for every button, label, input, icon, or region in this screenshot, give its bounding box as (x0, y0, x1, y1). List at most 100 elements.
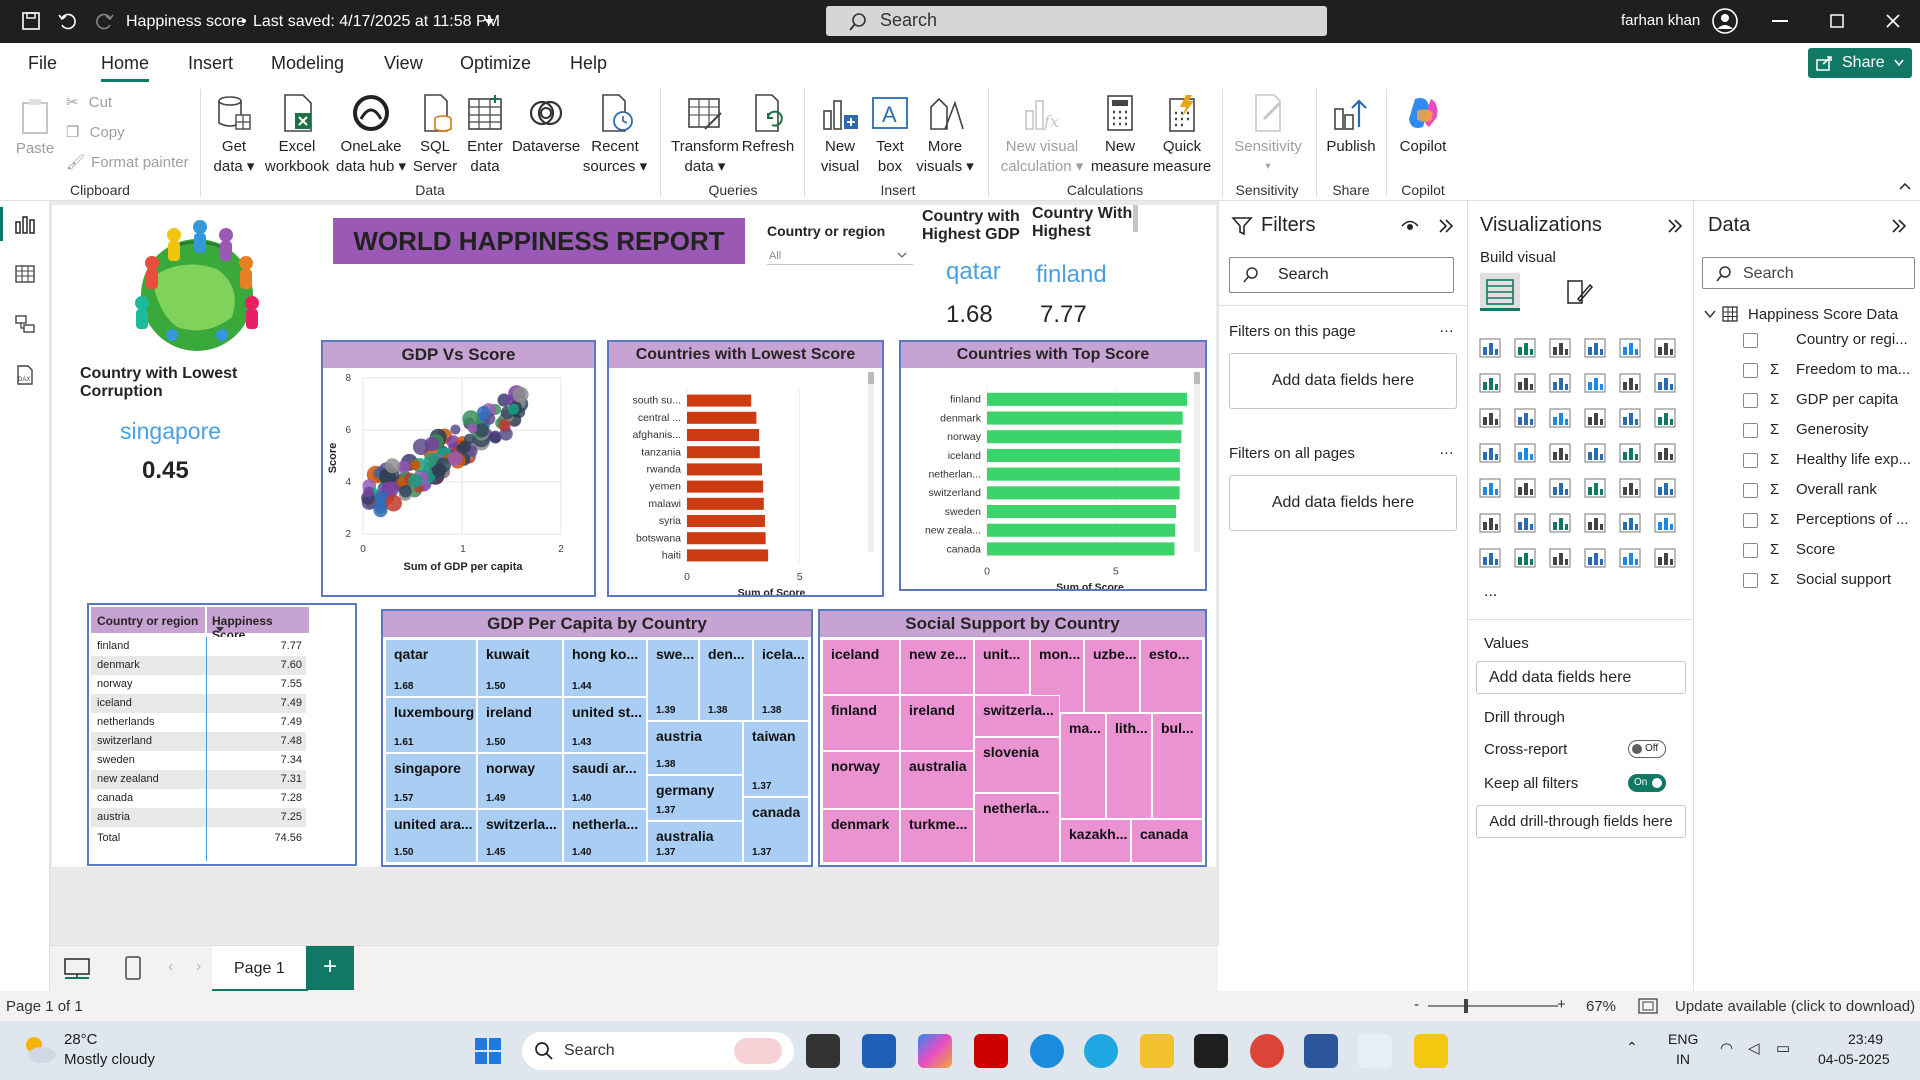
page-tab-1[interactable]: Page 1 (212, 946, 308, 992)
scrollbar[interactable] (1133, 205, 1138, 232)
bar[interactable] (987, 467, 1180, 481)
visual-type-icon[interactable] (1653, 442, 1677, 464)
zoom-out-button[interactable]: - (1414, 996, 1419, 1013)
treemap-gdp-per-capita[interactable]: GDP Per Capita by Country qatar 1.68 kuwai… (381, 609, 813, 867)
visual-type-icon[interactable] (1513, 512, 1537, 534)
zoom-slider-thumb[interactable] (1464, 999, 1468, 1013)
visual-type-icon[interactable] (1478, 407, 1502, 429)
collapse-pane-icon[interactable] (1437, 217, 1455, 235)
treemap-cell[interactable]: united st... 1.43 (563, 697, 647, 753)
bar[interactable] (987, 411, 1183, 425)
visual-type-icon[interactable] (1513, 372, 1537, 394)
weather-icon[interactable] (20, 1033, 58, 1065)
visual-type-icon[interactable] (1618, 477, 1642, 499)
treemap-cell[interactable]: switzerla... (974, 695, 1060, 737)
data-field[interactable]: GDP per capita (1796, 391, 1898, 408)
data-table-node[interactable]: Happiness Score Data (1704, 304, 1914, 326)
data-field[interactable]: Perceptions of ... (1796, 511, 1909, 528)
treemap-cell[interactable]: austria 1.38 (647, 721, 743, 775)
data-field[interactable]: Generosity (1796, 421, 1869, 438)
language-code[interactable]: ENG (1668, 1031, 1698, 1047)
terminal-icon[interactable] (1194, 1034, 1228, 1068)
treemap-cell[interactable]: uzbe... (1084, 639, 1140, 713)
report-view-icon[interactable] (14, 214, 36, 234)
scatter-point[interactable] (432, 463, 446, 478)
refresh-button[interactable]: Refresh (740, 93, 796, 157)
scatter-point[interactable] (458, 440, 471, 454)
scatter-chart-gdp-vs-score[interactable]: GDP Vs Score 0 1 2 8 6 4 2 Sum of GDP pe… (321, 340, 596, 597)
scatter-point[interactable] (385, 494, 402, 512)
maximize-icon[interactable] (1830, 14, 1844, 28)
bar[interactable] (987, 523, 1176, 537)
bar[interactable] (987, 505, 1177, 519)
visual-type-icon[interactable] (1583, 372, 1607, 394)
visual-type-icon[interactable] (1583, 442, 1607, 464)
treemap-cell[interactable]: australia 1.37 (647, 821, 743, 863)
treemap-cell[interactable]: kazakh... (1060, 819, 1131, 863)
windows-start-icon[interactable] (474, 1037, 502, 1065)
chevron-up-icon[interactable]: ⌃ (1626, 1039, 1638, 1056)
weather-text[interactable]: Mostly cloudy (64, 1051, 155, 1068)
treemap-cell[interactable]: united ara... 1.50 (385, 809, 477, 863)
scatter-point[interactable] (399, 485, 412, 498)
temperature[interactable]: 28°C (64, 1031, 98, 1048)
visual-type-icon[interactable] (1478, 512, 1502, 534)
field-checkbox[interactable] (1743, 483, 1758, 498)
treemap-cell[interactable]: canada 1.37 (743, 797, 809, 863)
menu-modeling[interactable]: Modeling (271, 53, 344, 74)
treemap-cell[interactable]: swe... 1.39 (647, 639, 699, 721)
paste-button[interactable]: Paste (10, 95, 60, 159)
table-row[interactable]: new zealand 7.31 (91, 770, 306, 789)
word-icon[interactable] (1304, 1034, 1338, 1068)
visual-type-icon[interactable] (1513, 477, 1537, 499)
treemap-cell[interactable]: kuwait 1.50 (477, 639, 563, 697)
zoom-slider[interactable] (1428, 1005, 1558, 1007)
cross-report-toggle[interactable]: Off (1628, 740, 1666, 758)
treemap-cell[interactable]: icela... 1.38 (753, 639, 809, 721)
treemap-cell[interactable]: den... 1.38 (699, 639, 753, 721)
bar[interactable] (687, 549, 769, 562)
visual-type-icon[interactable] (1618, 547, 1642, 569)
treemap-cell[interactable]: ma... (1060, 713, 1106, 819)
dataverse-button[interactable]: Dataverse (510, 93, 582, 157)
add-page-button[interactable]: + (306, 946, 354, 990)
wifi-icon[interactable]: ◠ (1720, 1039, 1733, 1057)
field-checkbox[interactable] (1743, 393, 1758, 408)
visual-type-icon[interactable] (1513, 442, 1537, 464)
filters-all-drop-zone[interactable]: Add data fields here (1229, 475, 1457, 531)
data-field[interactable]: Country or regi... (1796, 331, 1908, 348)
visual-type-icon[interactable] (1618, 512, 1642, 534)
treemap-cell[interactable]: australia (900, 751, 974, 809)
data-field[interactable]: Freedom to ma... (1796, 361, 1910, 378)
bar[interactable] (987, 542, 1175, 556)
get-data-button[interactable]: Get data ▾ (206, 93, 262, 177)
happiness-table[interactable]: Country or region Happiness Score finlan… (87, 603, 357, 866)
more-visuals-button[interactable]: More visuals ▾ (914, 93, 976, 177)
bar[interactable] (687, 514, 765, 528)
desktop-view-icon[interactable] (64, 958, 90, 980)
visual-type-icon[interactable] (1653, 372, 1677, 394)
new-visual-calculation-button[interactable]: fx New visual calculation ▾ (996, 93, 1088, 177)
visual-type-icon[interactable] (1583, 407, 1607, 429)
visual-type-icon[interactable] (1653, 407, 1677, 429)
visual-type-icon[interactable] (1583, 547, 1607, 569)
build-visual-tab[interactable] (1480, 273, 1520, 311)
file-explorer-icon[interactable] (1140, 1034, 1174, 1068)
scatter-point[interactable] (384, 458, 400, 474)
chrome-icon[interactable] (1250, 1034, 1284, 1068)
table-view-icon[interactable] (14, 264, 36, 284)
eye-icon[interactable] (1401, 219, 1419, 233)
copilot-taskbar-icon[interactable] (918, 1034, 952, 1068)
treemap-cell[interactable]: turkme... (900, 809, 974, 863)
bar[interactable] (987, 392, 1188, 406)
data-field[interactable]: Healthy life exp... (1796, 451, 1911, 468)
save-icon[interactable] (20, 10, 42, 32)
user-name[interactable]: farhan khan (1621, 12, 1700, 29)
bar[interactable] (687, 532, 766, 545)
treemap-cell[interactable]: slovenia (974, 737, 1060, 793)
field-checkbox[interactable] (1743, 573, 1758, 588)
visual-type-icon[interactable] (1548, 512, 1572, 534)
bar[interactable] (687, 463, 763, 476)
visual-type-icon[interactable] (1478, 442, 1502, 464)
bar[interactable] (987, 486, 1180, 500)
